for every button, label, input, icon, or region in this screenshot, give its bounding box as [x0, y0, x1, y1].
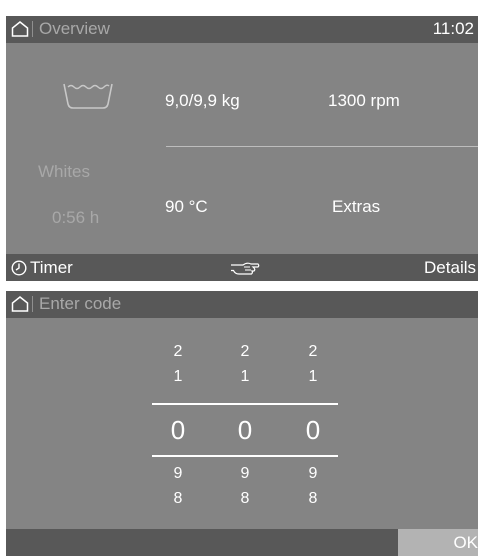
selection-line-bottom: [152, 455, 338, 457]
digit-selected[interactable]: 0: [163, 415, 193, 446]
digit-option[interactable]: 9: [230, 465, 260, 483]
overview-footer: Timer Details: [6, 254, 478, 281]
code-header: Enter code: [6, 291, 478, 318]
basin-icon: [63, 83, 113, 109]
load-weight[interactable]: 9,0/9,9 kg: [165, 91, 240, 111]
header-separator: [32, 296, 33, 312]
digit-option[interactable]: 1: [230, 368, 260, 386]
overview-screen: Overview 11:02 Whites 0:56 h 9,0/9,9 kg …: [6, 16, 478, 281]
program-duration: 0:56 h: [52, 208, 100, 227]
settings-divider: [166, 146, 478, 147]
spin-speed[interactable]: 1300 rpm: [328, 91, 400, 111]
digit-option[interactable]: 1: [163, 368, 193, 386]
digit-option[interactable]: 8: [298, 490, 328, 508]
digit-option[interactable]: 8: [230, 490, 260, 508]
code-footer: OK: [6, 529, 478, 556]
details-button[interactable]: Details: [424, 258, 476, 278]
ok-label: OK: [453, 533, 478, 552]
timer-icon[interactable]: [11, 260, 27, 276]
digit-selected[interactable]: 0: [230, 415, 260, 446]
program-name[interactable]: Whites: [38, 162, 90, 182]
digit-option[interactable]: 1: [298, 368, 328, 386]
home-icon[interactable]: [11, 296, 29, 312]
digit-option[interactable]: 9: [298, 465, 328, 483]
digit-option[interactable]: 2: [298, 343, 328, 361]
selection-line-top: [152, 403, 338, 405]
digit-option[interactable]: 8: [163, 490, 193, 508]
temperature[interactable]: 90 °C: [165, 197, 208, 217]
page-title: Overview: [39, 19, 110, 38]
digit-option[interactable]: 2: [230, 343, 260, 361]
overview-header: Overview 11:02: [6, 16, 478, 43]
code-entry-screen: Enter code 2 1 0 9 8 2 1 0 9 8 2 1 0 9 8…: [6, 291, 478, 556]
clock: 11:02: [432, 19, 474, 38]
page-title: Enter code: [39, 294, 122, 313]
digit-selected[interactable]: 0: [298, 415, 328, 446]
ok-button[interactable]: OK: [398, 529, 478, 556]
timer-button[interactable]: Timer: [30, 258, 73, 278]
hand-icon[interactable]: [230, 260, 260, 275]
home-icon[interactable]: [11, 21, 29, 37]
digit-option[interactable]: 9: [163, 465, 193, 483]
header-separator: [32, 21, 33, 37]
digit-option[interactable]: 2: [163, 343, 193, 361]
extras-button[interactable]: Extras: [332, 197, 380, 217]
